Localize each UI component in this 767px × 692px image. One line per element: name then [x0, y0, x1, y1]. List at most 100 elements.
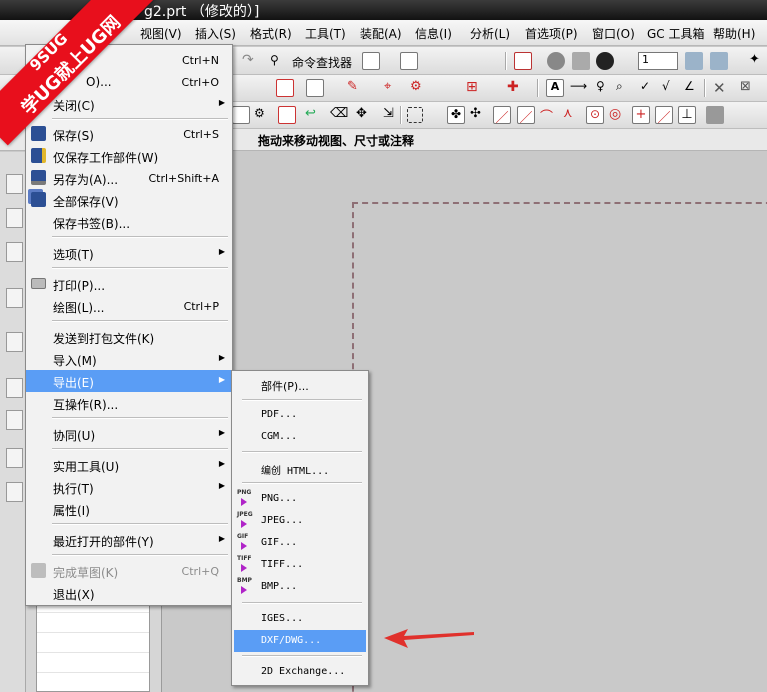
centerline-icon[interactable]: ✚ [507, 79, 525, 97]
submenu-item-bmp[interactable]: BMP BMP... [234, 576, 366, 598]
infer-icon[interactable]: ✣ [470, 106, 488, 124]
menu-item-exit[interactable]: 退出(X) [26, 582, 232, 604]
selection-box-icon[interactable] [407, 107, 423, 123]
menu-item-import[interactable]: 导入(M) ▶ [26, 348, 232, 370]
history-tab-icon[interactable] [6, 332, 23, 352]
submenu-item-png[interactable]: PNG PNG... [234, 488, 366, 510]
line-icon[interactable]: ／ [493, 106, 511, 126]
submenu-item-cgm[interactable]: CGM... [234, 426, 366, 448]
roles-tab-icon[interactable] [6, 410, 23, 430]
submenu-item-tiff[interactable]: TIFF TIFF... [234, 554, 366, 576]
menu-item-save-as[interactable]: 另存为(A)... Ctrl+Shift+A [26, 167, 232, 189]
leader-icon[interactable]: ⟶ [570, 79, 588, 97]
menu-format[interactable]: 格式(R) [250, 25, 292, 42]
command-finder-icon[interactable]: ⚲ [270, 53, 288, 71]
menu-assembly[interactable]: 装配(A) [360, 25, 402, 42]
menu-item-save[interactable]: 保存(S) Ctrl+S [26, 123, 232, 145]
quadrant-icon[interactable]: ◎ [609, 106, 627, 124]
submenu-item-2d-exchange[interactable]: 2D Exchange... [234, 661, 366, 683]
perpendicular-icon[interactable]: ⊥ [678, 106, 696, 124]
submenu-item-author-html[interactable]: 编创 HTML... [234, 457, 366, 479]
menu-item-collaborate[interactable]: 协同(U) ▶ [26, 423, 232, 445]
tangent-icon[interactable]: ／ [655, 106, 673, 126]
assembly-navigator-icon[interactable] [400, 52, 418, 70]
constraint-navigator-tab-icon[interactable] [6, 208, 23, 228]
arc-icon[interactable]: ⌒ [540, 106, 558, 125]
part-navigator-tab-icon[interactable] [6, 242, 23, 262]
menu-preferences[interactable]: 首选项(P) [525, 25, 578, 42]
drawing-sheet-icon[interactable] [276, 79, 294, 97]
clock-tab-icon[interactable] [6, 378, 23, 398]
surface-finish-icon[interactable]: √ [662, 79, 680, 97]
selection-filter-icon[interactable] [362, 52, 380, 70]
menu-view[interactable]: 视图(V) [140, 25, 182, 42]
web-browser-tab-icon[interactable] [6, 288, 23, 308]
lighting-icon[interactable] [596, 52, 614, 70]
shaded-icon[interactable] [547, 52, 565, 70]
submenu-item-gif[interactable]: GIF GIF... [234, 532, 366, 554]
sketch-settings-icon[interactable]: ⚙ [254, 106, 272, 124]
menu-item-options[interactable]: 选项(T) ▶ [26, 242, 232, 264]
menu-item-properties[interactable]: 属性(I) [26, 498, 232, 520]
snap-point-icon[interactable]: ✤ [447, 106, 465, 124]
display-mode-icon[interactable] [514, 52, 532, 70]
menu-item-print[interactable]: 打印(P)... [26, 273, 232, 295]
redo-icon[interactable]: ↷ [242, 52, 260, 70]
midpoint-line-icon[interactable]: ／ [517, 106, 535, 126]
table-icon[interactable]: ⊞ [466, 79, 484, 97]
pattern-icon[interactable]: ✥ [356, 106, 374, 124]
view-icon[interactable] [306, 79, 324, 97]
menu-item-recent-parts[interactable]: 最近打开的部件(Y) ▶ [26, 529, 232, 551]
intersection-icon[interactable]: ⋏ [563, 106, 581, 124]
menu-item-close[interactable]: 关闭(C) ▶ [26, 93, 232, 115]
offset-icon[interactable]: ⇲ [383, 106, 401, 124]
system-tab-icon[interactable] [6, 482, 23, 502]
menu-item-plot[interactable]: 绘图(L)... Ctrl+P [26, 295, 232, 317]
move-to-layer-icon[interactable] [710, 52, 728, 70]
menu-analysis[interactable]: 分析(L) [470, 25, 510, 42]
detail-view-icon[interactable]: ⌖ [384, 79, 402, 97]
menu-item-save-work-part[interactable]: 仅保存工作部件(W) [26, 145, 232, 167]
close-x-icon[interactable]: ✕ [713, 79, 731, 97]
menu-item-utilities[interactable]: 实用工具(U) ▶ [26, 454, 232, 476]
menu-information[interactable]: 信息(I) [415, 25, 452, 42]
check-mark-icon[interactable]: ✓ [640, 79, 658, 97]
command-finder-label[interactable]: 命令查找器 [292, 54, 352, 71]
menu-gc-toolbox[interactable]: GC 工具箱 [647, 25, 705, 42]
snap-icon[interactable]: ✦ [749, 52, 767, 70]
solid-icon[interactable] [706, 106, 724, 124]
submenu-item-dxf-dwg[interactable]: DXF/DWG... [234, 630, 366, 652]
datum-icon[interactable]: ♀ [596, 79, 614, 97]
grid-icon[interactable]: ⊠ [740, 79, 758, 97]
menu-item-execute[interactable]: 执行(T) ▶ [26, 476, 232, 498]
sketch-palette-icon[interactable] [278, 106, 296, 124]
list-item[interactable] [37, 613, 149, 633]
list-item[interactable] [37, 633, 149, 653]
palette-tab-icon[interactable] [6, 448, 23, 468]
undo-sketch-icon[interactable]: ↩ [305, 106, 323, 124]
menu-item-export[interactable]: 导出(E) ▶ [26, 370, 232, 392]
erase-icon[interactable]: ⌫ [330, 106, 348, 124]
menu-insert[interactable]: 插入(S) [195, 25, 236, 42]
layer-settings-icon[interactable] [685, 52, 703, 70]
submenu-item-iges[interactable]: IGES... [234, 608, 366, 630]
layer-select[interactable]: 1 [638, 52, 678, 70]
note-icon[interactable]: A [546, 79, 564, 97]
point-icon[interactable]: + [632, 106, 650, 124]
menu-item-save-all[interactable]: 全部保存(V) [26, 189, 232, 211]
menu-item-save-bookmark[interactable]: 保存书签(B)... [26, 211, 232, 233]
magnify-icon[interactable]: ⌕ [616, 79, 634, 97]
submenu-item-part[interactable]: 部件(P)... [234, 374, 366, 396]
menu-item-interoperation[interactable]: 互操作(R)... [26, 392, 232, 414]
menu-item-finish-sketch[interactable]: 完成草图(K) Ctrl+Q [26, 560, 232, 582]
list-item[interactable] [37, 653, 149, 673]
menu-item-send-to-package[interactable]: 发送到打包文件(K) [26, 326, 232, 348]
assembly-navigator-tab-icon[interactable] [6, 174, 23, 194]
wireframe-icon[interactable] [572, 52, 590, 70]
menu-help[interactable]: 帮助(H) [713, 25, 755, 42]
menu-window[interactable]: 窗口(O) [592, 25, 635, 42]
navigator-list[interactable] [36, 592, 150, 692]
section-view-icon[interactable]: ⚙ [410, 79, 428, 97]
menu-tools[interactable]: 工具(T) [305, 25, 346, 42]
angle-icon[interactable]: ∠ [684, 79, 702, 97]
